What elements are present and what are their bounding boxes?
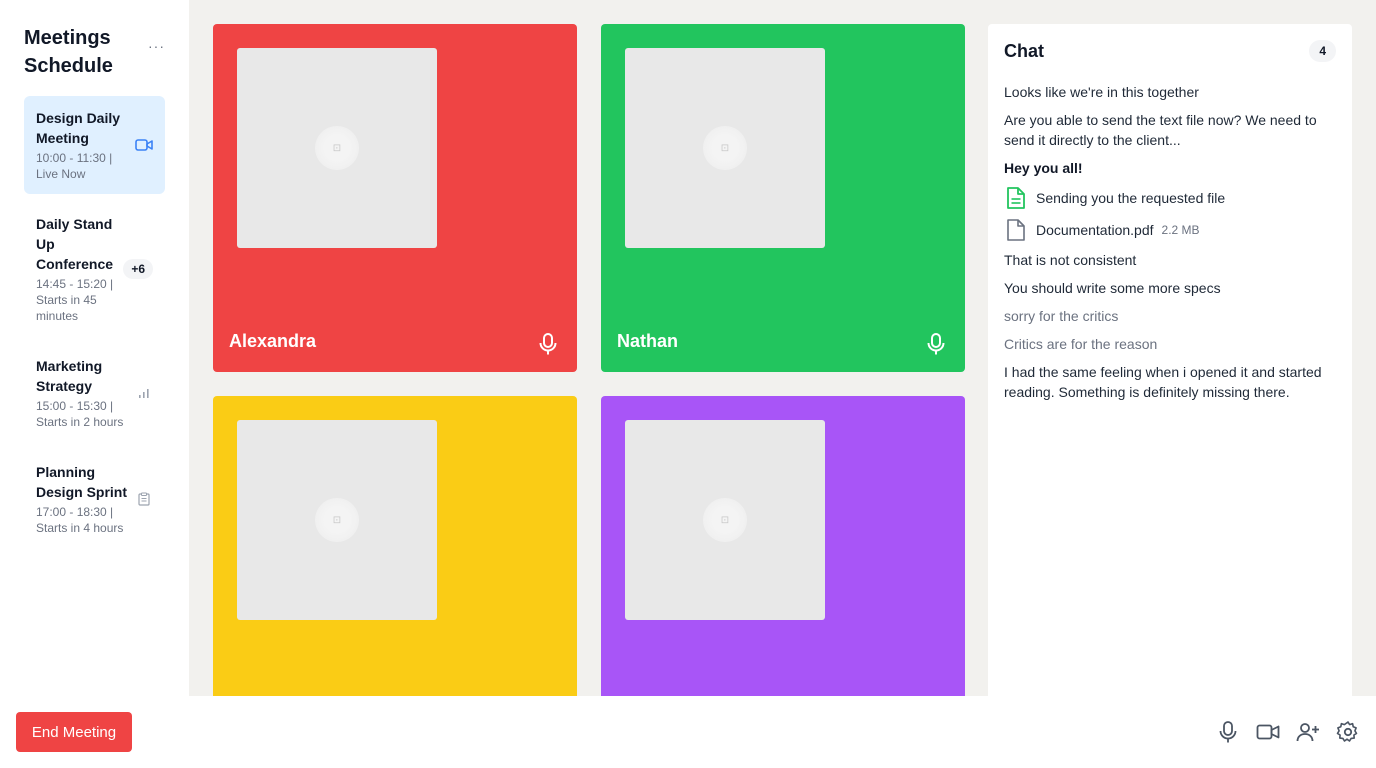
chat-attachment[interactable]: Documentation.pdf 2.2 MB xyxy=(1004,218,1336,242)
meeting-time: 14:45 - 15:20 | Starts in 45 minutes xyxy=(36,277,114,323)
chat-title: Chat xyxy=(1004,40,1044,61)
video-camera-icon[interactable] xyxy=(1256,720,1280,744)
bottom-controls-bar: End Meeting xyxy=(0,696,1376,768)
bar-chart-icon xyxy=(135,384,153,402)
file-message-text: Sending you the requested file xyxy=(1036,190,1226,206)
microphone-icon[interactable] xyxy=(537,332,559,356)
chat-count-badge: 4 xyxy=(1309,40,1336,62)
microphone-icon[interactable] xyxy=(1216,720,1240,744)
microphone-icon[interactable] xyxy=(925,332,947,356)
document-text-icon xyxy=(1004,186,1028,210)
settings-icon[interactable] xyxy=(1336,720,1360,744)
chat-message: Critics are for the reason xyxy=(1004,336,1158,352)
participant-name: Nathan xyxy=(617,331,679,351)
meeting-time: 10:00 - 11:30 | Live Now xyxy=(36,151,113,181)
image-placeholder-icon: ⊡ xyxy=(703,498,747,542)
chat-header: Chat 4 xyxy=(1004,40,1336,62)
meeting-time: 15:00 - 15:30 | Starts in 2 hours xyxy=(36,399,124,429)
meeting-name: Daily Stand Up Conference xyxy=(36,216,114,272)
image-placeholder-icon: ⊡ xyxy=(703,126,747,170)
chat-message: Looks like we're in this together xyxy=(1004,84,1199,100)
chat-panel: Chat 4 Looks like we're in this together… xyxy=(988,24,1352,696)
image-placeholder-icon: ⊡ xyxy=(315,126,359,170)
participant-tile-3[interactable]: ⊡ xyxy=(213,396,577,696)
meeting-time: 17:00 - 18:30 | Starts in 4 hours xyxy=(36,505,124,535)
attachment-name[interactable]: Documentation.pdf xyxy=(1036,222,1154,238)
chat-file-message: Sending you the requested file xyxy=(1004,186,1336,210)
participant-photo: ⊡ xyxy=(237,420,437,620)
end-meeting-button[interactable]: End Meeting xyxy=(16,712,132,752)
sidebar-title: Meetings Schedule xyxy=(24,27,113,77)
image-placeholder-icon: ⊡ xyxy=(315,498,359,542)
meetings-sidebar: Meetings Schedule ··· Design Daily Meeti… xyxy=(0,0,189,696)
meeting-name: Design Daily Meeting xyxy=(36,110,121,146)
meeting-item-design-daily[interactable]: Design Daily Meeting 10:00 - 11:30 | Liv… xyxy=(24,96,165,194)
chat-message: sorry for the critics xyxy=(1004,308,1119,324)
chat-message-greeting: Hey you all! xyxy=(1004,160,1083,176)
participant-photo: ⊡ xyxy=(625,420,825,620)
file-icon xyxy=(1004,218,1028,242)
attachment-size: 2.2 MB xyxy=(1161,223,1200,237)
chat-message: Are you able to send the text file now? … xyxy=(1004,112,1317,148)
participant-name: Alexandra xyxy=(229,331,317,351)
more-horizontal-icon[interactable]: ··· xyxy=(148,38,165,54)
attendee-count-badge: +6 xyxy=(123,259,153,279)
participant-tile-nathan[interactable]: ⊡ Nathan xyxy=(601,24,965,372)
meeting-item-marketing-strategy[interactable]: Marketing Strategy 15:00 - 15:30 | Start… xyxy=(24,344,165,442)
participant-photo: ⊡ xyxy=(237,48,437,248)
chat-message: I had the same feeling when i opened it … xyxy=(1004,364,1322,400)
meeting-name: Marketing Strategy xyxy=(36,358,103,394)
participant-tile-alexandra[interactable]: ⊡ Alexandra xyxy=(213,24,577,372)
meeting-name: Planning Design Sprint xyxy=(36,464,128,500)
chat-message: You should write some more specs xyxy=(1004,280,1221,296)
meeting-main: ⊡ Alexandra ⊡ Nathan ⊡ ⊡ Chat 4 Looks li… xyxy=(189,0,1376,696)
meeting-item-daily-standup[interactable]: Daily Stand Up Conference 14:45 - 15:20 … xyxy=(24,202,165,336)
meeting-item-planning-sprint[interactable]: Planning Design Sprint 17:00 - 18:30 | S… xyxy=(24,450,165,548)
add-user-icon[interactable] xyxy=(1296,720,1320,744)
participant-tile-4[interactable]: ⊡ xyxy=(601,396,965,696)
clipboard-icon xyxy=(135,490,153,508)
sidebar-header: Meetings Schedule ··· xyxy=(24,24,165,80)
video-icon xyxy=(135,136,153,154)
participant-photo: ⊡ xyxy=(625,48,825,248)
chat-message: That is not consistent xyxy=(1004,252,1137,268)
